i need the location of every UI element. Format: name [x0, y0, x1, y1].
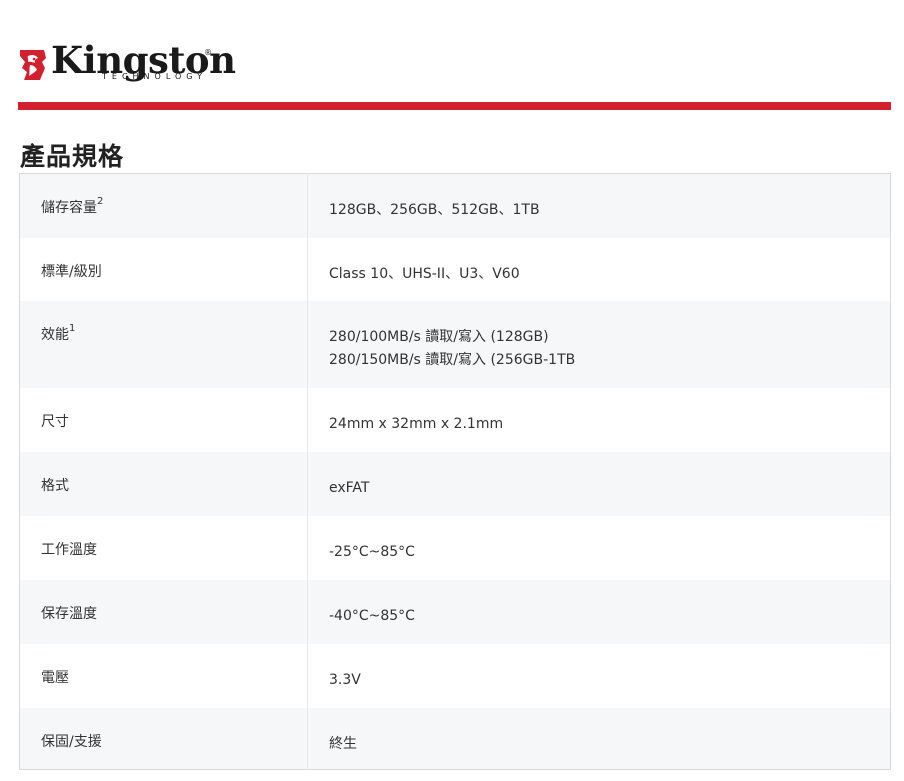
spec-label: 格式: [19, 451, 308, 516]
spec-label-text: 尺寸: [41, 413, 69, 430]
spec-label: 電壓: [19, 643, 308, 708]
spec-label-text: 標準/級別: [41, 263, 102, 280]
table-row: 電壓 3.3V: [19, 643, 891, 708]
table-row: 儲存容量2 128GB、256GB、512GB、1TB: [19, 173, 891, 238]
spec-value: -25°C~85°C: [307, 515, 891, 580]
spec-value-text: 24mm x 32mm x 2.1mm: [329, 415, 504, 432]
spec-value-text: -25°C~85°C: [329, 543, 415, 560]
spec-value: 終生: [307, 707, 891, 770]
spec-label: 標準/級別: [19, 237, 308, 301]
spec-label-text: 工作溫度: [41, 541, 97, 558]
spec-value-text: Class 10、UHS-II、U3、V60: [329, 265, 520, 282]
spec-label: 儲存容量2: [19, 173, 308, 238]
footnote-marker: 2: [97, 196, 104, 208]
spec-value: 24mm x 32mm x 2.1mm: [307, 387, 891, 452]
spec-label-text: 格式: [41, 477, 69, 494]
spec-label-text: 儲存容量: [41, 200, 97, 216]
table-row: 保固/支援 終生: [19, 707, 891, 770]
spec-value-text: 128GB、256GB、512GB、1TB: [329, 202, 540, 218]
spec-value: Class 10、UHS-II、U3、V60: [307, 237, 891, 301]
spec-label: 保固/支援: [19, 707, 308, 770]
table-row: 工作溫度 -25°C~85°C: [19, 515, 891, 580]
spec-value: 128GB、256GB、512GB、1TB: [307, 173, 891, 238]
kingston-logo[interactable]: Kingston TECHNOLOGY ®: [18, 38, 236, 88]
spec-label-text: 電壓: [41, 669, 69, 686]
spec-label: 效能1: [19, 300, 308, 388]
registered-mark: ®: [204, 48, 212, 57]
logo-tagline: TECHNOLOGY: [102, 72, 207, 81]
spec-label: 尺寸: [19, 387, 308, 452]
spec-value-text: 280/150MB/s 讀取/寫入 (256GB-1TB: [329, 351, 576, 368]
table-row: 標準/級別 Class 10、UHS-II、U3、V60: [19, 237, 891, 301]
table-row: 尺寸 24mm x 32mm x 2.1mm: [19, 387, 891, 452]
spec-label-text: 保存溫度: [41, 605, 97, 622]
footnote-marker: 1: [69, 322, 76, 334]
spec-value-text: 280/100MB/s 讀取/寫入 (128GB): [329, 328, 549, 345]
table-row: 保存溫度 -40°C~85°C: [19, 579, 891, 644]
spec-label-text: 保固/支援: [41, 733, 102, 750]
spec-value-text: 終生: [329, 735, 357, 752]
spec-value: 3.3V: [307, 643, 891, 708]
spec-value: exFAT: [307, 451, 891, 516]
table-row: 效能1 280/100MB/s 讀取/寫入 (128GB) 280/150MB/…: [19, 300, 891, 388]
spec-label: 保存溫度: [19, 579, 308, 644]
spec-value-text: 3.3V: [329, 671, 361, 688]
page-title: 產品規格: [20, 141, 125, 171]
header-divider: [18, 102, 891, 110]
spec-value: -40°C~85°C: [307, 579, 891, 644]
spec-value-text: -40°C~85°C: [329, 607, 415, 624]
table-row: 格式 exFAT: [19, 451, 891, 516]
spec-value: 280/100MB/s 讀取/寫入 (128GB) 280/150MB/s 讀取…: [307, 300, 891, 388]
spec-value-text: exFAT: [329, 479, 370, 496]
spec-table: 儲存容量2 128GB、256GB、512GB、1TB 標準/級別 Class …: [19, 173, 891, 770]
spec-label-text: 效能: [41, 326, 69, 343]
kingston-head-icon: [20, 50, 46, 80]
spec-label: 工作溫度: [19, 515, 308, 580]
